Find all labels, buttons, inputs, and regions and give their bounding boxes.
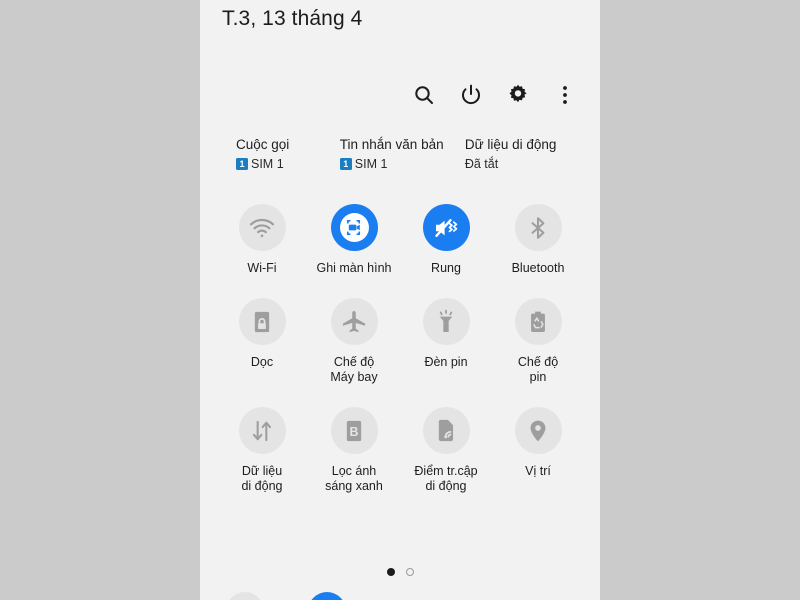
toggle-label: Chế độ Máy bay (330, 355, 378, 384)
status-item-mobile-data[interactable]: Dữ liệu di động Đã tắt (465, 136, 576, 172)
location-pin-icon (530, 420, 546, 441)
toggle-label: Chế độ pin (517, 355, 559, 384)
toggle-circle (238, 298, 286, 345)
power-icon[interactable] (458, 82, 484, 108)
toggle-rotation-lock[interactable]: Dọc (216, 298, 308, 385)
toggle-bluetooth[interactable]: Bluetooth (492, 204, 584, 276)
status-sub-text: SIM 1 (354, 157, 388, 171)
toggle-wifi[interactable]: Wi-Fi (216, 204, 308, 276)
page-dot-2[interactable] (405, 568, 414, 576)
toggle-power-saving[interactable]: Chế độ pin (492, 298, 584, 385)
toggle-flashlight[interactable]: Đèn pin (400, 298, 492, 385)
toggle-label: Vị trí (525, 464, 551, 478)
search-icon[interactable] (411, 82, 437, 108)
sim-badge-icon: 1 (236, 158, 248, 170)
toggle-label: Lọc ánh sáng xanh (325, 464, 383, 493)
toggle-mobile-data[interactable]: Dữ liệu di động (216, 407, 308, 494)
status-sub: Đã tắt (465, 156, 576, 172)
sim-badge-icon: 1 (339, 158, 352, 170)
toggle-circle (330, 204, 378, 251)
status-sub: 1 SIM 1 (236, 156, 340, 172)
toggle-circle (422, 407, 470, 454)
toggle-row: Dọc Chế độ Máy bay Đèn pin Chế độ pin (216, 298, 584, 385)
svg-text:B: B (350, 424, 359, 438)
quick-settings-toolbar (411, 82, 578, 108)
toggle-screen-record[interactable]: Ghi màn hình (308, 204, 400, 276)
page-dot-1[interactable] (386, 568, 395, 576)
status-sub-text: SIM 1 (251, 157, 284, 171)
quick-toggle-grid: Wi-Fi Ghi màn hình Rung Bluetooth Dọc Ch… (216, 204, 584, 516)
date-header: T.3, 13 tháng 4 (222, 7, 363, 30)
status-item-calls[interactable]: Cuộc gọi 1 SIM 1 (236, 136, 340, 172)
hotspot-icon (438, 419, 453, 442)
peek-toggle-circle-active (308, 592, 346, 600)
toggle-vibrate[interactable]: Rung (400, 204, 492, 276)
toggle-circle (514, 204, 562, 251)
toggle-circle (422, 298, 470, 345)
toggle-circle (330, 298, 378, 345)
status-title: Cuộc gọi (236, 137, 290, 152)
toggle-circle (422, 204, 470, 251)
screenshot-root: T.3, 13 tháng 4 Cuộc gọi 1 SIM 1 Tin nhắ… (0, 0, 800, 600)
more-vertical-icon[interactable] (552, 82, 578, 108)
toggle-location[interactable]: Vị trí (492, 407, 584, 494)
toggle-row: Dữ liệu di động B Lọc ánh sáng xanh Điểm… (216, 407, 584, 494)
toggle-circle (514, 298, 562, 345)
toggle-circle (238, 204, 286, 251)
toggle-circle (514, 407, 562, 454)
next-row-peek (200, 592, 600, 600)
status-sub: 1 SIM 1 (339, 156, 465, 172)
toggle-hotspot[interactable]: Điểm tr.cập di động (400, 407, 492, 494)
toggle-blue-light-filter[interactable]: B Lọc ánh sáng xanh (308, 407, 400, 494)
page-indicator (200, 568, 600, 576)
toggle-circle (238, 407, 286, 454)
toggle-label: Ghi màn hình (316, 261, 392, 275)
toggle-label: Đèn pin (424, 355, 468, 369)
wifi-icon (249, 218, 275, 237)
mobile-data-icon (252, 420, 272, 441)
status-item-sms[interactable]: Tin nhắn văn bản 1 SIM 1 (339, 136, 465, 172)
toggle-label: Rung (431, 261, 461, 275)
status-sub-text: Đã tắt (464, 157, 499, 171)
blue-light-filter-icon: B (346, 420, 362, 441)
rotation-lock-icon (254, 311, 270, 332)
flashlight-icon (439, 309, 453, 332)
peek-toggle-circle (226, 592, 264, 600)
bluetooth-icon (531, 216, 545, 239)
toggle-label: Wi-Fi (247, 261, 277, 275)
quick-settings-panel: T.3, 13 tháng 4 Cuộc gọi 1 SIM 1 Tin nhắ… (200, 0, 600, 600)
screen-record-icon (339, 213, 369, 242)
toggle-label: Điểm tr.cập di động (414, 464, 478, 493)
sim-status-strip: Cuộc gọi 1 SIM 1 Tin nhắn văn bản 1 SIM … (236, 136, 576, 172)
toggle-row: Wi-Fi Ghi màn hình Rung Bluetooth (216, 204, 584, 276)
toggle-circle: B (330, 407, 378, 454)
toggle-label: Bluetooth (511, 261, 565, 275)
power-saving-icon (531, 311, 545, 332)
toggle-label: Dữ liệu di động (241, 464, 283, 493)
vibrate-icon (435, 218, 458, 237)
toggle-label: Dọc (250, 355, 274, 369)
gear-icon[interactable] (505, 82, 531, 108)
status-title: Tin nhắn văn bản (339, 137, 444, 152)
airplane-icon (342, 310, 366, 332)
toggle-airplane-mode[interactable]: Chế độ Máy bay (308, 298, 400, 385)
status-title: Dữ liệu di động (464, 137, 557, 152)
